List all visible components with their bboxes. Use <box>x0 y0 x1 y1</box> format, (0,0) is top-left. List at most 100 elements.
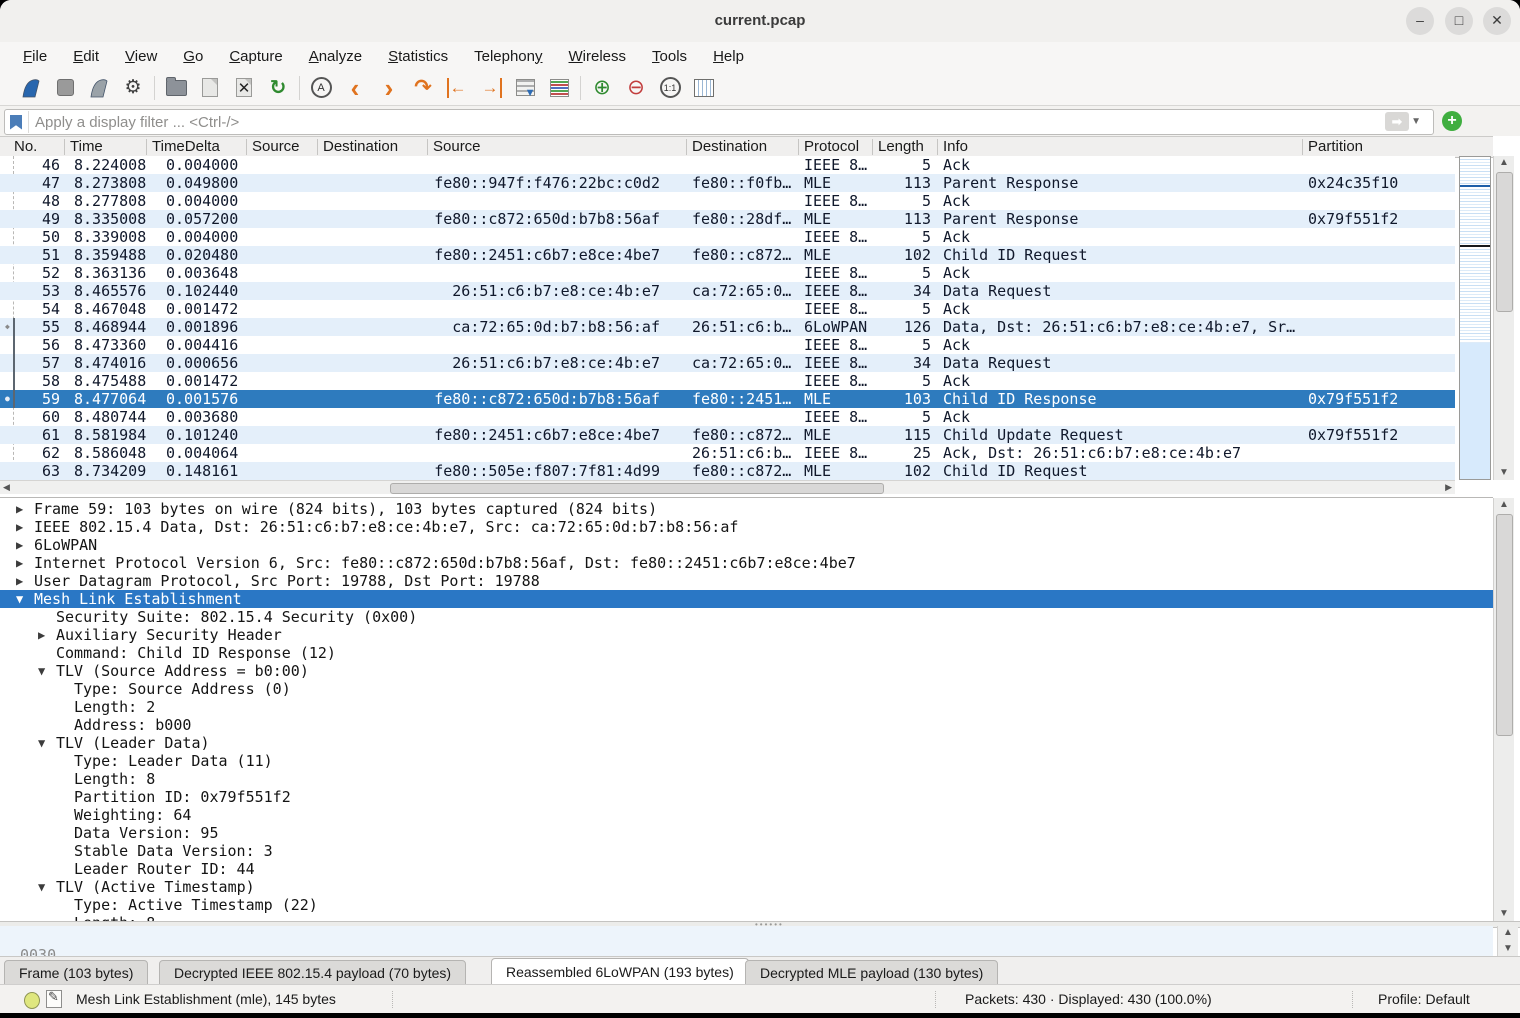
column-divider[interactable] <box>246 139 247 155</box>
packet-row[interactable]: 498.3350080.057200fe80::c872:650d:b7b8:5… <box>0 210 1455 228</box>
byte-tab-1[interactable]: Decrypted IEEE 802.15.4 payload (70 byte… <box>159 960 466 986</box>
toolbar-zoom-original-button[interactable]: 1:1 <box>653 73 687 103</box>
byte-tab-0[interactable]: Frame (103 bytes) <box>4 960 148 986</box>
toolbar-reload-file-button[interactable]: ↻ <box>261 73 295 103</box>
byte-tab-3[interactable]: Decrypted MLE payload (130 bytes) <box>745 960 998 986</box>
filter-add-button[interactable]: + <box>1442 111 1462 131</box>
detail-row[interactable]: Type: Leader Data (11) <box>0 752 1493 770</box>
filter-bookmark-icon[interactable] <box>10 115 22 130</box>
detail-row[interactable]: ▼TLV (Source Address = b0:00) <box>0 662 1493 680</box>
packet-list-scrollbar-thumb[interactable] <box>1496 172 1513 312</box>
packet-row[interactable]: 638.7342090.148161fe80::505e:f807:7f81:4… <box>0 462 1455 480</box>
packet-row[interactable]: 548.4670480.001472IEEE 8…5Ack <box>0 300 1455 318</box>
hex-scrollbar[interactable]: ▲ ▼ <box>1497 926 1518 956</box>
status-profile[interactable]: Profile: Default <box>1378 985 1470 1013</box>
toolbar-close-file-button[interactable]: ✕ <box>227 73 261 103</box>
detail-row[interactable]: ▼Mesh Link Establishment <box>0 590 1493 608</box>
menu-item-go[interactable]: Go <box>170 46 216 67</box>
detail-row[interactable]: ▶IEEE 802.15.4 Data, Dst: 26:51:c6:b7:e8… <box>0 518 1493 536</box>
packet-row[interactable]: 518.3594880.020480fe80::2451:c6b7:e8ce:4… <box>0 246 1455 264</box>
detail-row[interactable]: Weighting: 64 <box>0 806 1493 824</box>
menu-item-analyze[interactable]: Analyze <box>296 46 375 67</box>
scroll-down-icon[interactable]: ▼ <box>1494 466 1514 480</box>
column-divider[interactable] <box>872 139 873 155</box>
packet-list-scrollbar[interactable]: ▲ ▼ <box>1493 156 1514 480</box>
toolbar-zoom-out-button[interactable]: ⊖ <box>619 73 653 103</box>
packet-list-minimap[interactable] <box>1459 156 1491 480</box>
detail-row[interactable]: Address: b000 <box>0 716 1493 734</box>
detail-row[interactable]: ▼TLV (Active Timestamp) <box>0 878 1493 896</box>
toolbar-go-forward-button[interactable]: › <box>372 73 406 103</box>
detail-row[interactable]: ▶User Datagram Protocol, Src Port: 19788… <box>0 572 1493 590</box>
detail-row[interactable]: ▶Frame 59: 103 bytes on wire (824 bits),… <box>0 500 1493 518</box>
close-button[interactable]: ✕ <box>1483 7 1511 35</box>
toolbar-find-packet-button[interactable]: A <box>304 73 338 103</box>
toolbar-zoom-in-button[interactable]: ⊕ <box>585 73 619 103</box>
toolbar-go-first-button[interactable]: ← <box>440 73 474 103</box>
hex-row[interactable]: 0030 00 15 0d 00 00 00 00 00 00 00 01 75… <box>0 928 1493 946</box>
toolbar-restart-capture-button[interactable] <box>82 73 116 103</box>
menu-item-capture[interactable]: Capture <box>216 46 295 67</box>
column-header-dest[interactable]: Destination <box>686 137 798 157</box>
column-divider[interactable] <box>427 139 428 155</box>
packet-row[interactable]: 598.4770640.001576fe80::c872:650d:b7b8:5… <box>0 390 1455 408</box>
menu-item-view[interactable]: View <box>112 46 170 67</box>
detail-row[interactable]: Stable Data Version: 3 <box>0 842 1493 860</box>
toolbar-resize-columns-button[interactable] <box>687 73 721 103</box>
detail-row[interactable]: Type: Active Timestamp (22) <box>0 896 1493 914</box>
scroll-up-icon[interactable]: ▲ <box>1498 926 1518 940</box>
menu-item-help[interactable]: Help <box>700 46 757 67</box>
scroll-up-icon[interactable]: ▲ <box>1494 498 1514 512</box>
expert-info-icon[interactable] <box>24 992 40 1009</box>
detail-row[interactable]: ▶6LoWPAN <box>0 536 1493 554</box>
toolbar-colorize-button[interactable] <box>542 73 576 103</box>
column-header-length[interactable]: Length <box>872 137 937 157</box>
packet-row[interactable]: 488.2778080.004000IEEE 8…5Ack <box>0 192 1455 210</box>
packet-list-hscrollbar[interactable]: ◀ ▶ <box>0 480 1455 494</box>
column-divider[interactable] <box>798 139 799 155</box>
column-header-info[interactable]: Info <box>937 137 1302 157</box>
column-header-delta[interactable]: TimeDelta <box>146 137 246 157</box>
column-divider[interactable] <box>146 139 147 155</box>
menu-item-edit[interactable]: Edit <box>60 46 112 67</box>
expand-arrow-icon[interactable]: ▶ <box>38 626 45 644</box>
toolbar-open-file-button[interactable] <box>159 73 193 103</box>
toolbar-auto-scroll-button[interactable]: ▼ <box>508 73 542 103</box>
menu-item-file[interactable]: File <box>10 46 60 67</box>
collapse-arrow-icon[interactable]: ▼ <box>38 734 45 752</box>
detail-row[interactable]: ▶Internet Protocol Version 6, Src: fe80:… <box>0 554 1493 572</box>
expand-arrow-icon[interactable]: ▶ <box>16 500 23 518</box>
toolbar-stop-capture-button[interactable] <box>48 73 82 103</box>
toolbar-go-back-button[interactable]: ‹ <box>338 73 372 103</box>
detail-row[interactable]: Leader Router ID: 44 <box>0 860 1493 878</box>
display-filter-input[interactable] <box>29 114 1433 131</box>
detail-row[interactable]: ▶Auxiliary Security Header <box>0 626 1493 644</box>
column-divider[interactable] <box>1302 139 1303 155</box>
packet-row[interactable]: 538.4655760.10244026:51:c6:b7:e8:ce:4b:e… <box>0 282 1455 300</box>
detail-row[interactable]: Length: 8 <box>0 770 1493 788</box>
column-divider[interactable] <box>317 139 318 155</box>
column-divider[interactable] <box>937 139 938 155</box>
packet-row[interactable]: 528.3631360.003648IEEE 8…5Ack <box>0 264 1455 282</box>
detail-row[interactable]: Type: Source Address (0) <box>0 680 1493 698</box>
toolbar-go-last-button[interactable]: → <box>474 73 508 103</box>
packet-list-hscrollbar-thumb[interactable] <box>390 483 884 494</box>
detail-row[interactable]: Security Suite: 802.15.4 Security (0x00) <box>0 608 1493 626</box>
detail-row[interactable]: Data Version: 95 <box>0 824 1493 842</box>
collapse-arrow-icon[interactable]: ▼ <box>38 662 45 680</box>
expand-arrow-icon[interactable]: ▶ <box>16 536 23 554</box>
expand-arrow-icon[interactable]: ▶ <box>16 572 23 590</box>
toolbar-start-capture-button[interactable] <box>14 73 48 103</box>
byte-tab-2[interactable]: Reassembled 6LoWPAN (193 bytes) <box>491 958 749 987</box>
scroll-left-icon[interactable]: ◀ <box>3 481 10 494</box>
column-header-no[interactable]: No. <box>0 137 64 157</box>
menu-item-telephony[interactable]: Telephony <box>461 46 555 67</box>
detail-row[interactable]: Length: 2 <box>0 698 1493 716</box>
menu-item-wireless[interactable]: Wireless <box>556 46 640 67</box>
expand-arrow-icon[interactable]: ▶ <box>16 518 23 536</box>
packet-row[interactable]: 468.2240080.004000IEEE 8…5Ack <box>0 156 1455 174</box>
display-filter-box[interactable]: ➡ ▼ <box>4 109 1434 135</box>
column-header-src1[interactable]: Source <box>246 137 317 157</box>
detail-scrollbar-thumb[interactable] <box>1496 514 1513 736</box>
scroll-down-icon[interactable]: ▼ <box>1494 907 1514 921</box>
